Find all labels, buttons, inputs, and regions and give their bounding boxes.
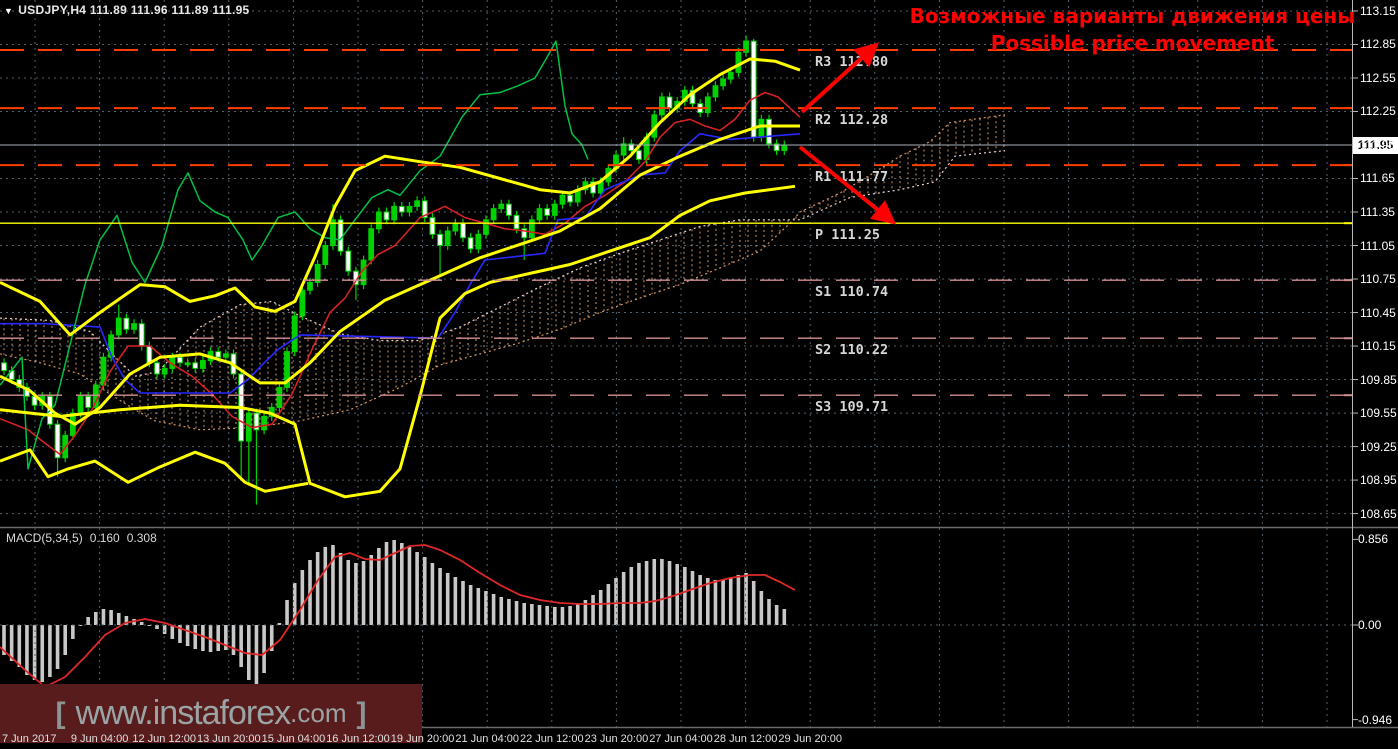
macd-indicator-label: MACD(5,34,5) 0.160 0.308 [6,531,164,545]
time-tick-label: 19 Jun 20:00 [390,733,455,745]
time-tick-label: 13 Jun 20:00 [196,733,261,745]
time-tick-label: 9 Jun 04:00 [70,733,129,745]
macd-value-main: 0.160 [89,531,120,545]
annotation-text-en: Possible price movement [990,31,1275,55]
price-tick-label: 111.35 [1360,205,1395,219]
watermark-text: www.instaforex [75,694,292,732]
time-tick-label: 21 Jun 04:00 [455,733,519,745]
price-tick-label: 110.15 [1360,339,1396,354]
macd-value-signal: 0.308 [126,531,157,545]
time-tick-label: 29 Jun 20:00 [778,733,842,745]
pivot-label-S3: S3 109.71 [815,399,888,415]
macd-tick-label: 0.00 [1358,618,1382,632]
price-tick-label: 112.25 [1360,104,1396,119]
price-tick-label: 108.65 [1360,506,1397,521]
price-tick-label: 108.95 [1360,473,1397,488]
macd-tick-label: -0.946 [1358,712,1393,727]
over-layer [0,42,1352,225]
price-tick-label: 112.85 [1360,37,1396,52]
symbol-dropdown-icon[interactable]: ▼ [4,6,13,16]
series-layer [0,35,801,505]
watermark-bracket-right: ] [356,696,367,730]
symbol-ohlc-text: USDJPY,H4 111.89 111.96 111.89 111.95 [18,3,250,17]
price-tick-label: 111.95 [1360,137,1395,152]
cloud-layer [0,114,1006,431]
time-tick-label: 15 Jun 04:00 [261,733,326,745]
time-tick-label: 16 Jun 12:00 [326,733,390,745]
price-tick-label: 111.05 [1360,238,1395,253]
price-tick-label: 110.45 [1360,305,1396,320]
mt4-chart-window: R3 112.80 R2 112.28 R1 111.77 P 111.25 S1 11… [0,0,1398,749]
price-tick-label: 113.15 [1360,3,1396,18]
pivot-label-R2: R2 112.28 [815,112,888,128]
time-tick-label: 22 Jun 12:00 [519,733,584,745]
price-tick-label: 110.75 [1360,272,1396,287]
watermark-bracket-left: [ [55,696,66,730]
price-tick-label: 111.65 [1360,171,1395,186]
chart-canvas[interactable]: R3 112.80R2 112.28R1 111.77P 111.25S1 11… [0,0,1398,749]
price-tick-label: 109.55 [1360,406,1397,421]
price-tick-label: 109.25 [1360,439,1397,454]
watermark-suffix: .com [290,698,347,728]
time-tick-label: 23 Jun 20:00 [584,733,649,745]
time-tick-label: 7 Jun 2017 [2,733,57,745]
annotation-text-ru: Возможные варианты движения цены [909,4,1356,28]
grid-layer [0,0,1352,527]
time-tick-label: 27 Jun 04:00 [649,733,713,745]
pivot-label-S2: S2 110.22 [815,342,888,358]
macd-tick-label: 0.856 [1358,532,1389,547]
pivot-label-P: P 111.25 [815,227,880,243]
pivot-label-S1: S1 110.74 [815,284,888,300]
price-tick-label: 112.55 [1360,70,1396,85]
price-tick-label: 109.85 [1360,372,1397,387]
symbol-info: ▼ USDJPY,H4 111.89 111.96 111.89 111.95 [4,3,250,17]
time-tick-label: 12 Jun 12:00 [132,733,196,745]
pivot-label-R1: R1 111.77 [815,169,888,185]
time-tick-label: 28 Jun 12:00 [713,733,778,745]
macd-name: MACD(5,34,5) [6,531,83,545]
